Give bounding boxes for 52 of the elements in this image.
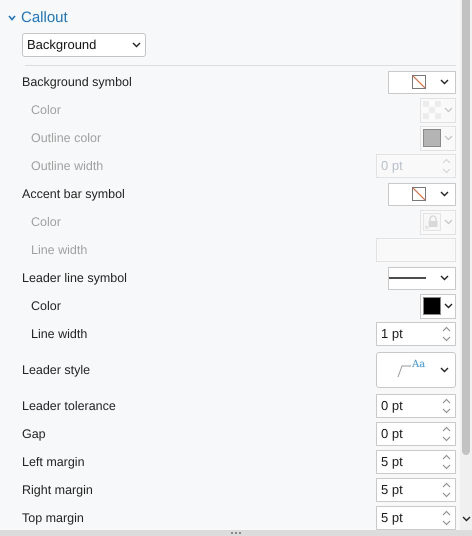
- section-header[interactable]: Callout: [0, 9, 460, 27]
- property-label: Leader tolerance: [21, 398, 116, 415]
- property-label: Line width: [30, 242, 88, 259]
- spin-value: 0 pt: [381, 425, 403, 444]
- spin-value: 1 pt: [381, 325, 403, 344]
- spin-value: 5 pt: [381, 453, 403, 472]
- property-label: Accent bar symbol: [21, 186, 125, 203]
- property-label: Background symbol: [21, 74, 132, 91]
- no-symbol-icon: [412, 187, 426, 201]
- spin-field[interactable]: 1 pt: [376, 322, 456, 346]
- spin-value: 5 pt: [381, 481, 403, 500]
- scroll-down-icon: [462, 516, 470, 522]
- property-label: Right margin: [21, 482, 93, 499]
- scrollbar[interactable]: [460, 0, 472, 530]
- lock-icon: [423, 213, 441, 231]
- spin-value: 0 pt: [381, 397, 403, 416]
- chevron-down-icon: [444, 135, 453, 141]
- property-label: Color: [30, 298, 61, 315]
- property-label: Leader line symbol: [21, 270, 127, 287]
- chevron-down-icon: [444, 219, 453, 225]
- property-label: Color: [30, 214, 61, 231]
- spin-value: 5 pt: [381, 509, 403, 528]
- spin-field[interactable]: 5 pt: [376, 450, 456, 474]
- no-symbol-icon: [412, 75, 426, 89]
- line-symbol-icon: [389, 276, 426, 280]
- chevron-down-icon: [440, 275, 449, 281]
- symbol-dropdown[interactable]: [388, 266, 456, 290]
- property-label: Outline width: [30, 158, 104, 175]
- chevron-down-icon: [440, 191, 449, 197]
- scrollbar-thumb[interactable]: [462, 0, 470, 455]
- spin-field[interactable]: 5 pt: [376, 478, 456, 502]
- property-label: Leader style: [21, 362, 90, 379]
- chevron-down-icon: [440, 79, 449, 85]
- section-title: Callout: [21, 8, 68, 28]
- spin-value: 0 pt: [381, 157, 403, 176]
- leader-sample: Aa: [412, 360, 426, 370]
- property-label: Outline color: [30, 130, 102, 147]
- spin-field[interactable]: 5 pt: [376, 506, 456, 530]
- property-label: Color: [30, 102, 61, 119]
- chevron-down-icon: [132, 42, 141, 48]
- property-label: Left margin: [21, 454, 85, 471]
- chevron-down-icon: [444, 107, 453, 113]
- mode-dropdown[interactable]: Background: [22, 33, 146, 57]
- spin-field[interactable]: 0 pt: [376, 394, 456, 418]
- property-label: Top margin: [21, 510, 84, 527]
- color-dropdown[interactable]: [420, 294, 456, 318]
- property-label: Gap: [21, 426, 46, 443]
- spin-field[interactable]: 0 pt: [376, 422, 456, 446]
- chevron-down-icon: [8, 14, 16, 22]
- chevron-down-icon: [444, 303, 453, 309]
- chevron-down-icon: [440, 367, 449, 373]
- property-label: Line width: [30, 326, 88, 343]
